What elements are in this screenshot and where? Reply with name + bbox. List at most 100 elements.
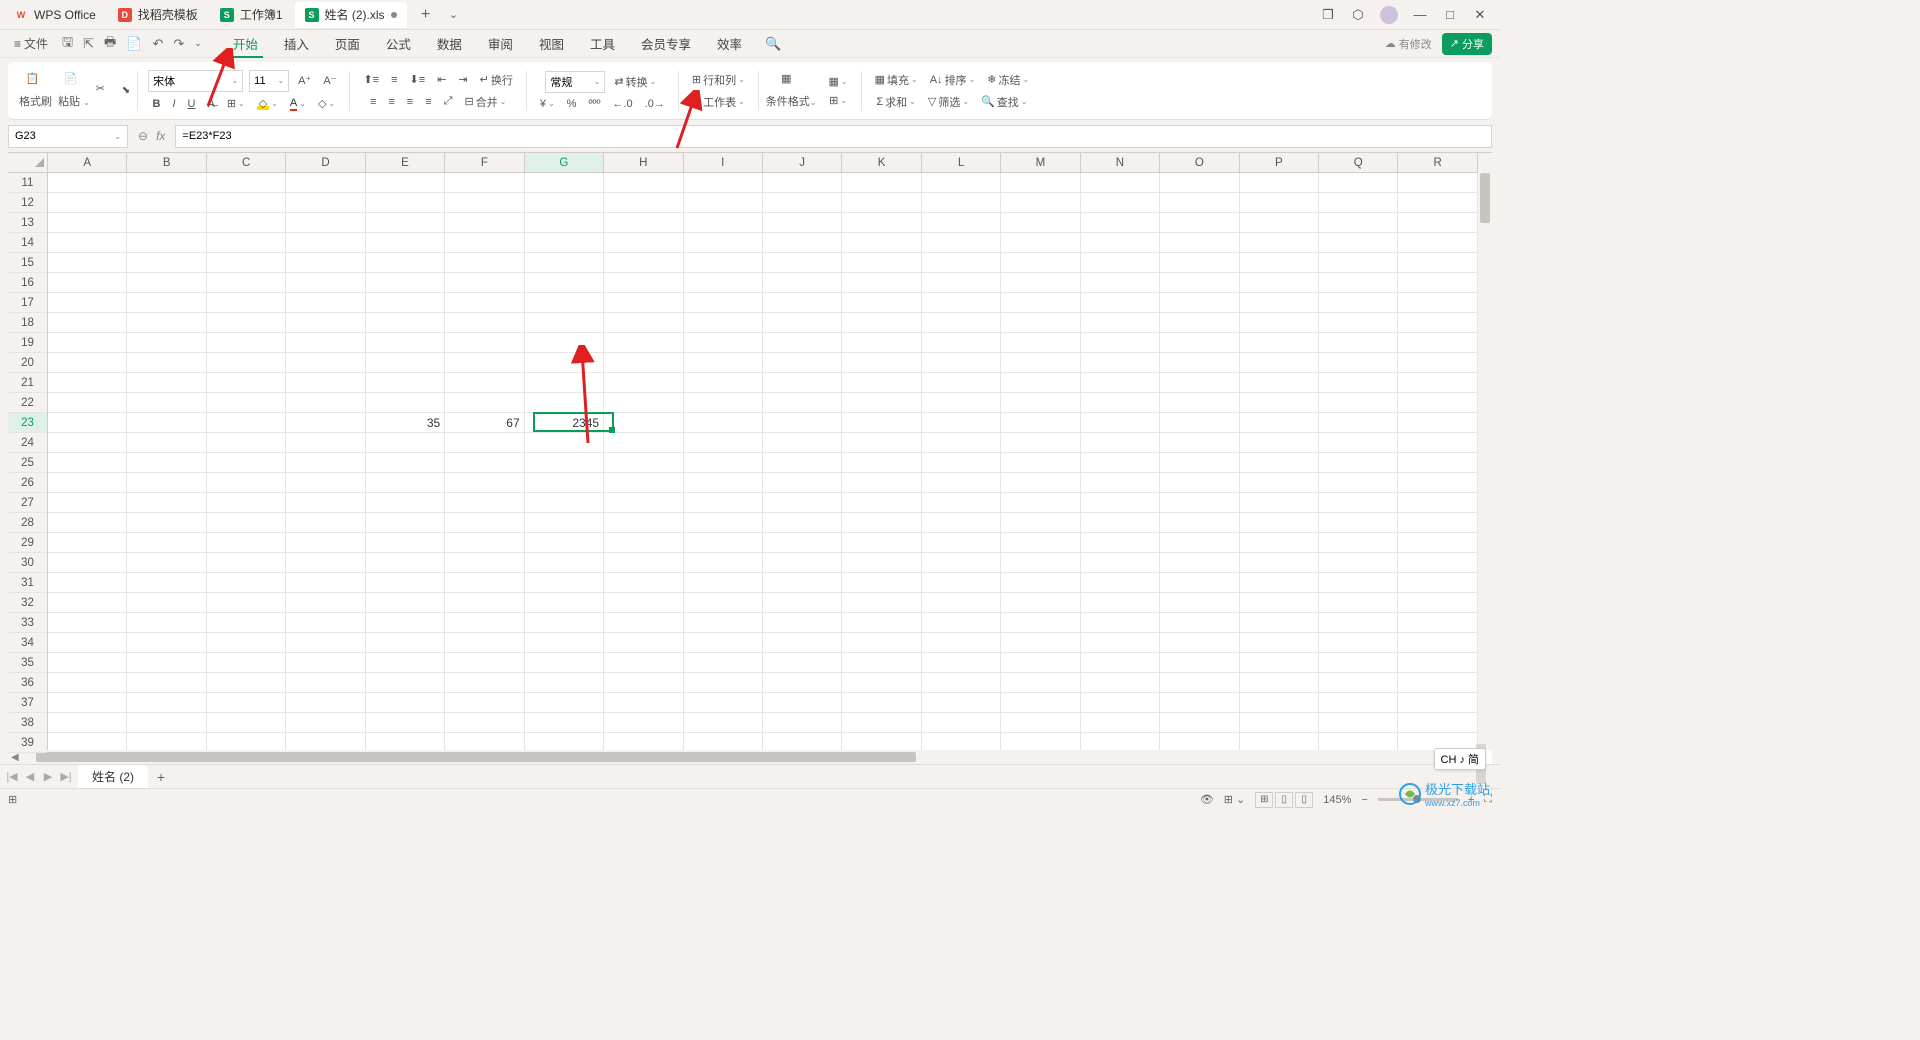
cell-M12[interactable] [1001, 193, 1080, 213]
cell-Q27[interactable] [1319, 493, 1398, 513]
cell-I36[interactable] [684, 673, 763, 693]
view-page-icon[interactable]: ▯ [1275, 792, 1293, 808]
cell-C30[interactable] [207, 553, 286, 573]
cell-L16[interactable] [922, 273, 1001, 293]
cell-C32[interactable] [207, 593, 286, 613]
cell-L14[interactable] [922, 233, 1001, 253]
cell-M33[interactable] [1001, 613, 1080, 633]
doc-tab-2[interactable]: S 姓名 (2).xls [295, 2, 407, 28]
cell-B24[interactable] [127, 433, 206, 453]
cell-O11[interactable] [1160, 173, 1239, 193]
cell-Q30[interactable] [1319, 553, 1398, 573]
cell-Q13[interactable] [1319, 213, 1398, 233]
cell-D13[interactable] [286, 213, 365, 233]
cell-A15[interactable] [48, 253, 127, 273]
cell-G18[interactable] [525, 313, 604, 333]
row-header-37[interactable]: 37 [8, 693, 47, 713]
maximize-icon[interactable]: □ [1442, 7, 1458, 23]
cell-G30[interactable] [525, 553, 604, 573]
cell-E18[interactable] [366, 313, 445, 333]
cell-Q22[interactable] [1319, 393, 1398, 413]
col-header-A[interactable]: A [48, 153, 127, 172]
col-header-O[interactable]: O [1160, 153, 1239, 172]
cell-I21[interactable] [684, 373, 763, 393]
cell-N34[interactable] [1081, 633, 1160, 653]
cell-L37[interactable] [922, 693, 1001, 713]
cell-Q16[interactable] [1319, 273, 1398, 293]
cell-R14[interactable] [1398, 233, 1477, 253]
worksheet-button[interactable]: ⊞工作表⌄ [689, 93, 748, 111]
cell-M19[interactable] [1001, 333, 1080, 353]
cell-P24[interactable] [1240, 433, 1319, 453]
cell-A16[interactable] [48, 273, 127, 293]
cell-H17[interactable] [604, 293, 683, 313]
conditional-format-button[interactable]: ▦条件格式⌄ [763, 72, 820, 109]
row-header-35[interactable]: 35 [8, 653, 47, 673]
cell-C29[interactable] [207, 533, 286, 553]
cell-M36[interactable] [1001, 673, 1080, 693]
cell-F25[interactable] [445, 453, 524, 473]
cell-Q11[interactable] [1319, 173, 1398, 193]
cell-Q37[interactable] [1319, 693, 1398, 713]
cell-K17[interactable] [842, 293, 921, 313]
menu-tab-5[interactable]: 审阅 [475, 30, 526, 57]
cell-N18[interactable] [1081, 313, 1160, 333]
eye-icon[interactable]: 👁 [1200, 793, 1214, 806]
fx-icon[interactable]: fx [156, 129, 165, 143]
fill-color-button[interactable]: ◇⌄ [254, 96, 281, 111]
cell-P35[interactable] [1240, 653, 1319, 673]
row-header-39[interactable]: 39 [8, 733, 47, 753]
cell-G38[interactable] [525, 713, 604, 733]
horizontal-scrollbar[interactable]: ◀ [8, 750, 1478, 764]
decrease-font-icon[interactable]: A⁻ [320, 73, 339, 88]
row-header-11[interactable]: 11 [8, 173, 47, 193]
cell-Q33[interactable] [1319, 613, 1398, 633]
modified-indicator[interactable]: ☁ 有修改 [1385, 36, 1432, 52]
cell-G27[interactable] [525, 493, 604, 513]
underline-button[interactable]: U [185, 97, 199, 111]
cell-I13[interactable] [684, 213, 763, 233]
find-button[interactable]: 🔍查找⌄ [978, 93, 1030, 111]
row-header-13[interactable]: 13 [8, 213, 47, 233]
cell-E36[interactable] [366, 673, 445, 693]
cell-C34[interactable] [207, 633, 286, 653]
cell-R36[interactable] [1398, 673, 1477, 693]
cell-J31[interactable] [763, 573, 842, 593]
cell-M23[interactable] [1001, 413, 1080, 433]
row-headers[interactable]: 1112131415161718192021222324252627282930… [8, 173, 48, 750]
cell-L18[interactable] [922, 313, 1001, 333]
cell-R12[interactable] [1398, 193, 1477, 213]
cell-G11[interactable] [525, 173, 604, 193]
col-header-N[interactable]: N [1081, 153, 1160, 172]
cell-E14[interactable] [366, 233, 445, 253]
cell-Q35[interactable] [1319, 653, 1398, 673]
cell-O16[interactable] [1160, 273, 1239, 293]
col-header-F[interactable]: F [445, 153, 524, 172]
cell-F15[interactable] [445, 253, 524, 273]
cell-I38[interactable] [684, 713, 763, 733]
cell-O25[interactable] [1160, 453, 1239, 473]
cell-G23[interactable]: 2345 [525, 413, 604, 433]
cell-I27[interactable] [684, 493, 763, 513]
cell-I14[interactable] [684, 233, 763, 253]
cell-M16[interactable] [1001, 273, 1080, 293]
cell-N37[interactable] [1081, 693, 1160, 713]
increase-font-icon[interactable]: A⁺ [295, 73, 314, 88]
doc-tab-1[interactable]: S 工作簿1 [210, 2, 293, 28]
avatar-icon[interactable] [1380, 6, 1398, 24]
cell-L24[interactable] [922, 433, 1001, 453]
cell-D33[interactable] [286, 613, 365, 633]
cell-B12[interactable] [127, 193, 206, 213]
cell-Q32[interactable] [1319, 593, 1398, 613]
cell-M29[interactable] [1001, 533, 1080, 553]
cell-H22[interactable] [604, 393, 683, 413]
cell-R13[interactable] [1398, 213, 1477, 233]
merge-button[interactable]: ⊟合并⌄ [461, 93, 509, 111]
col-header-R[interactable]: R [1398, 153, 1477, 172]
cell-N35[interactable] [1081, 653, 1160, 673]
cell-K35[interactable] [842, 653, 921, 673]
row-header-34[interactable]: 34 [8, 633, 47, 653]
cell-M13[interactable] [1001, 213, 1080, 233]
cell-B34[interactable] [127, 633, 206, 653]
cell-L19[interactable] [922, 333, 1001, 353]
